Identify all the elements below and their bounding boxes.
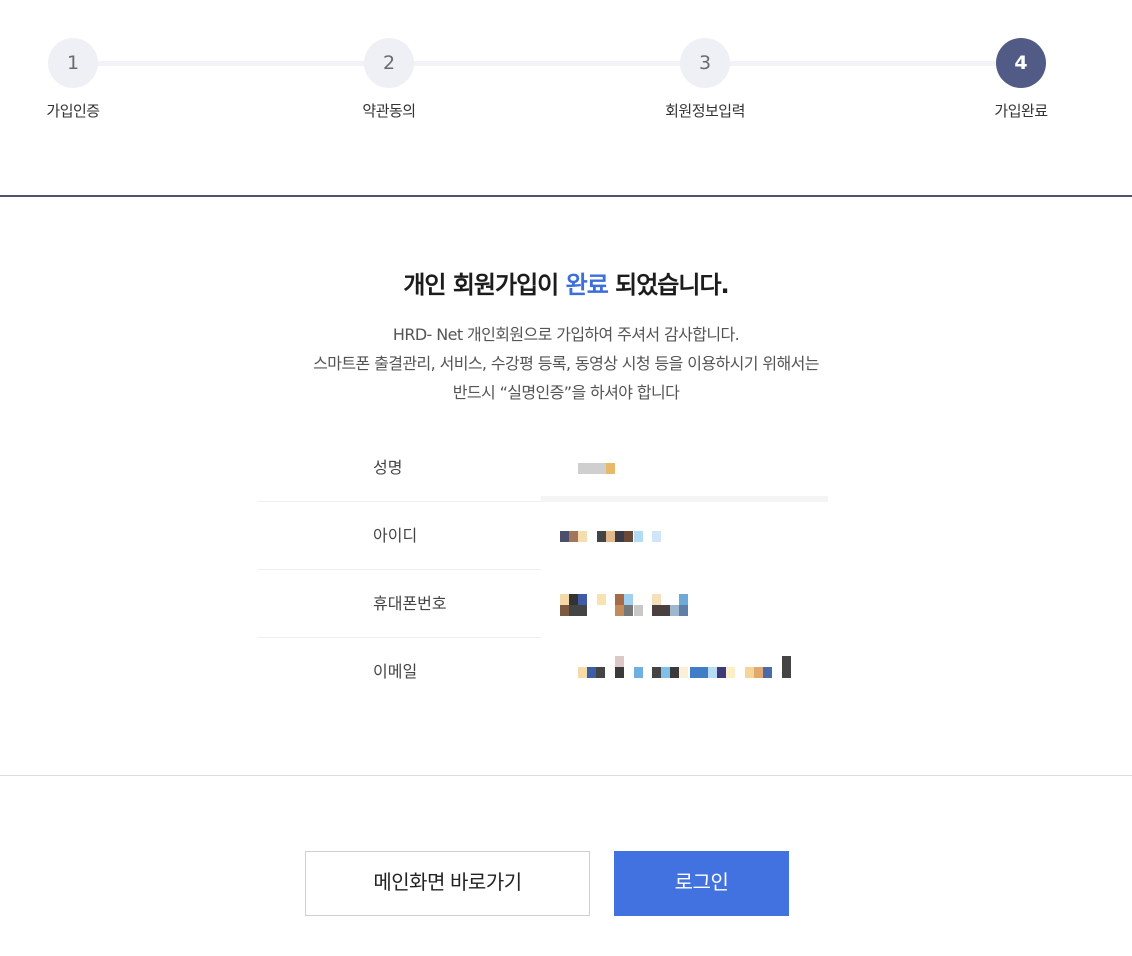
step-4-label: 가입완료 <box>994 102 1048 120</box>
info-row-phone: 휴대폰번호 <box>258 570 836 638</box>
login-button[interactable]: 로그인 <box>614 851 789 916</box>
title-text-before: 개인 회원가입이 <box>403 271 566 299</box>
info-row-name: 성명 <box>258 434 836 504</box>
step-2-label: 약관동의 <box>362 102 416 120</box>
section-divider <box>0 195 1132 197</box>
completion-title: 개인 회원가입이 완료 되었습니다. <box>0 265 1132 300</box>
description-line-3: 반드시 “실명인증”을 하셔야 합니다 <box>452 383 680 402</box>
info-row-email: 이메일 <box>258 638 836 706</box>
step-1-number: 1 <box>48 38 98 88</box>
step-3: 3 회원정보입력 <box>645 38 765 121</box>
description-line-2: 스마트폰 출결관리, 서비스, 수강평 등록, 동영상 시청 등을 이용하시기 … <box>313 354 819 373</box>
member-info-table: 성명 아이디 휴대폰번호 이메일 <box>258 434 836 706</box>
step-4: 4 가입완료 <box>961 38 1081 121</box>
step-1-label: 가입인증 <box>46 102 100 120</box>
step-3-number: 3 <box>680 38 730 88</box>
email-label: 이메일 <box>373 662 418 681</box>
description-line-1: HRD- Net 개인회원으로 가입하여 주셔서 감사합니다. <box>392 325 740 344</box>
step-4-number: 4 <box>996 38 1046 88</box>
step-1: 1 가입인증 <box>13 38 133 121</box>
id-label: 아이디 <box>373 526 418 545</box>
name-value-redacted <box>541 434 836 504</box>
signup-stepper: 1 가입인증 2 약관동의 3 회원정보입력 4 가입완료 <box>0 0 1132 196</box>
name-label: 성명 <box>373 458 403 477</box>
step-2: 2 약관동의 <box>329 38 449 121</box>
go-to-main-button[interactable]: 메인화면 바로가기 <box>305 851 590 916</box>
stepper-track <box>73 61 1021 66</box>
completion-description: HRD- Net 개인회원으로 가입하여 주셔서 감사합니다. 스마트폰 출결관… <box>0 320 1132 407</box>
phone-label: 휴대폰번호 <box>373 594 447 613</box>
phone-value-redacted <box>541 570 836 638</box>
step-3-label: 회원정보입력 <box>665 102 745 120</box>
email-value-redacted <box>541 638 836 706</box>
id-value-redacted <box>541 502 836 570</box>
title-highlight: 완료 <box>565 271 609 299</box>
info-row-id: 아이디 <box>258 502 836 570</box>
step-2-number: 2 <box>364 38 414 88</box>
button-area-divider <box>0 775 1132 776</box>
title-text-after: 되었습니다. <box>607 271 730 299</box>
